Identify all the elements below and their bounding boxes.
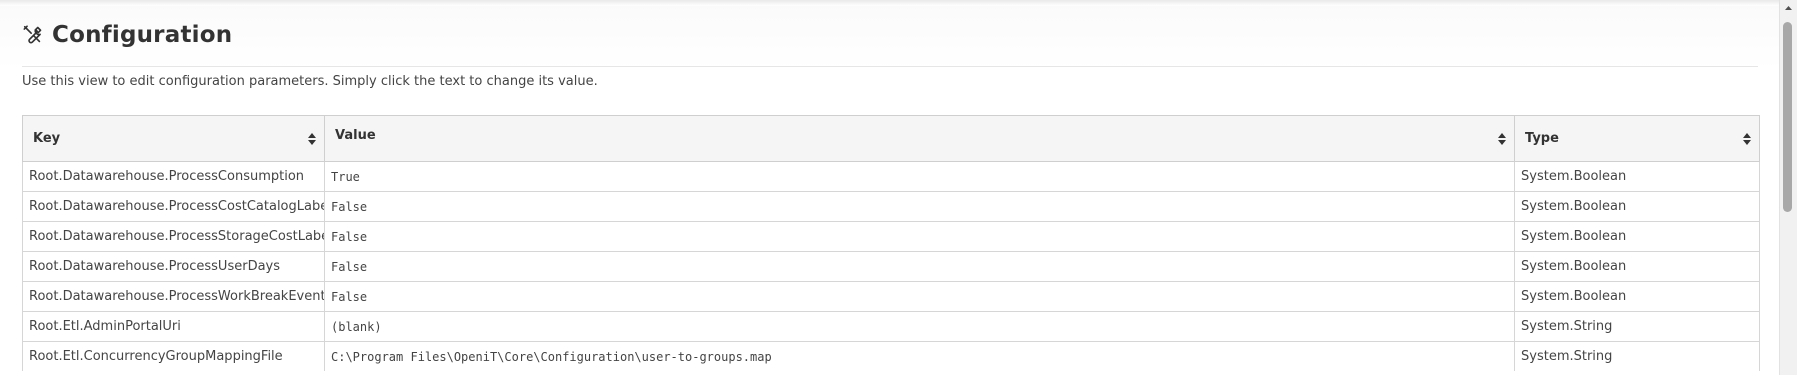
- configuration-page: Configuration Use this view to edit conf…: [0, 0, 1797, 375]
- type-cell: System.Boolean: [1514, 251, 1760, 282]
- column-header-type[interactable]: Type: [1514, 115, 1760, 162]
- page-header: Configuration: [22, 22, 232, 48]
- page-description: Use this view to edit configuration para…: [22, 74, 598, 89]
- type-cell: System.String: [1514, 311, 1760, 342]
- value-cell[interactable]: (blank): [324, 311, 1515, 342]
- table-row: Root.Etl.AdminPortalUri (blank) System.S…: [22, 311, 1760, 342]
- table-header-row: Key Value Type: [22, 115, 1760, 162]
- sort-icon: [1743, 132, 1751, 145]
- key-cell: Root.Datawarehouse.ProcessConsumption: [22, 161, 325, 192]
- key-cell: Root.Datawarehouse.ProcessStorageCostLab…: [22, 221, 325, 252]
- table-row: Root.Datawarehouse.ProcessConsumption Tr…: [22, 161, 1760, 192]
- type-cell: System.Boolean: [1514, 281, 1760, 312]
- sort-icon: [308, 132, 316, 145]
- type-cell: System.String: [1514, 341, 1760, 371]
- vertical-scrollbar[interactable]: [1779, 0, 1797, 375]
- main-content: Configuration Use this view to edit conf…: [0, 0, 1780, 375]
- type-cell: System.Boolean: [1514, 191, 1760, 222]
- configuration-table: Key Value Type Root.Datawarehouse.Proces: [22, 115, 1760, 371]
- column-header-label: Key: [33, 131, 61, 146]
- value-cell[interactable]: False: [324, 221, 1515, 252]
- title-divider: [22, 66, 1758, 67]
- value-cell[interactable]: C:\Program Files\OpeniT\Core\Configurati…: [324, 341, 1515, 371]
- scrollbar-thumb[interactable]: [1783, 22, 1792, 212]
- table-row: Root.Datawarehouse.ProcessCostCatalogLab…: [22, 191, 1760, 222]
- table-row: Root.Datawarehouse.ProcessWorkBreakEvent…: [22, 281, 1760, 312]
- column-header-label: Value: [335, 128, 376, 143]
- table-row: Root.Etl.ConcurrencyGroupMappingFile C:\…: [22, 341, 1760, 371]
- sort-icon: [1498, 132, 1506, 145]
- key-cell: Root.Datawarehouse.ProcessWorkBreakEvent: [22, 281, 325, 312]
- table-row: Root.Datawarehouse.ProcessStorageCostLab…: [22, 221, 1760, 252]
- value-cell[interactable]: False: [324, 251, 1515, 282]
- table-row: Root.Datawarehouse.ProcessUserDays False…: [22, 251, 1760, 282]
- key-cell: Root.Etl.AdminPortalUri: [22, 311, 325, 342]
- scroll-up-arrow-icon[interactable]: [1780, 0, 1797, 17]
- value-cell[interactable]: False: [324, 281, 1515, 312]
- top-shadow: [0, 0, 1780, 6]
- key-cell: Root.Etl.ConcurrencyGroupMappingFile: [22, 341, 325, 371]
- key-cell: Root.Datawarehouse.ProcessUserDays: [22, 251, 325, 282]
- type-cell: System.Boolean: [1514, 221, 1760, 252]
- column-header-key[interactable]: Key: [22, 115, 325, 162]
- value-cell[interactable]: True: [324, 161, 1515, 192]
- key-cell: Root.Datawarehouse.ProcessCostCatalogLab…: [22, 191, 325, 222]
- tools-icon: [22, 24, 44, 46]
- value-cell[interactable]: False: [324, 191, 1515, 222]
- column-header-label: Type: [1525, 131, 1559, 146]
- page-title: Configuration: [52, 22, 233, 48]
- type-cell: System.Boolean: [1514, 161, 1760, 192]
- column-header-value[interactable]: Value: [324, 115, 1515, 162]
